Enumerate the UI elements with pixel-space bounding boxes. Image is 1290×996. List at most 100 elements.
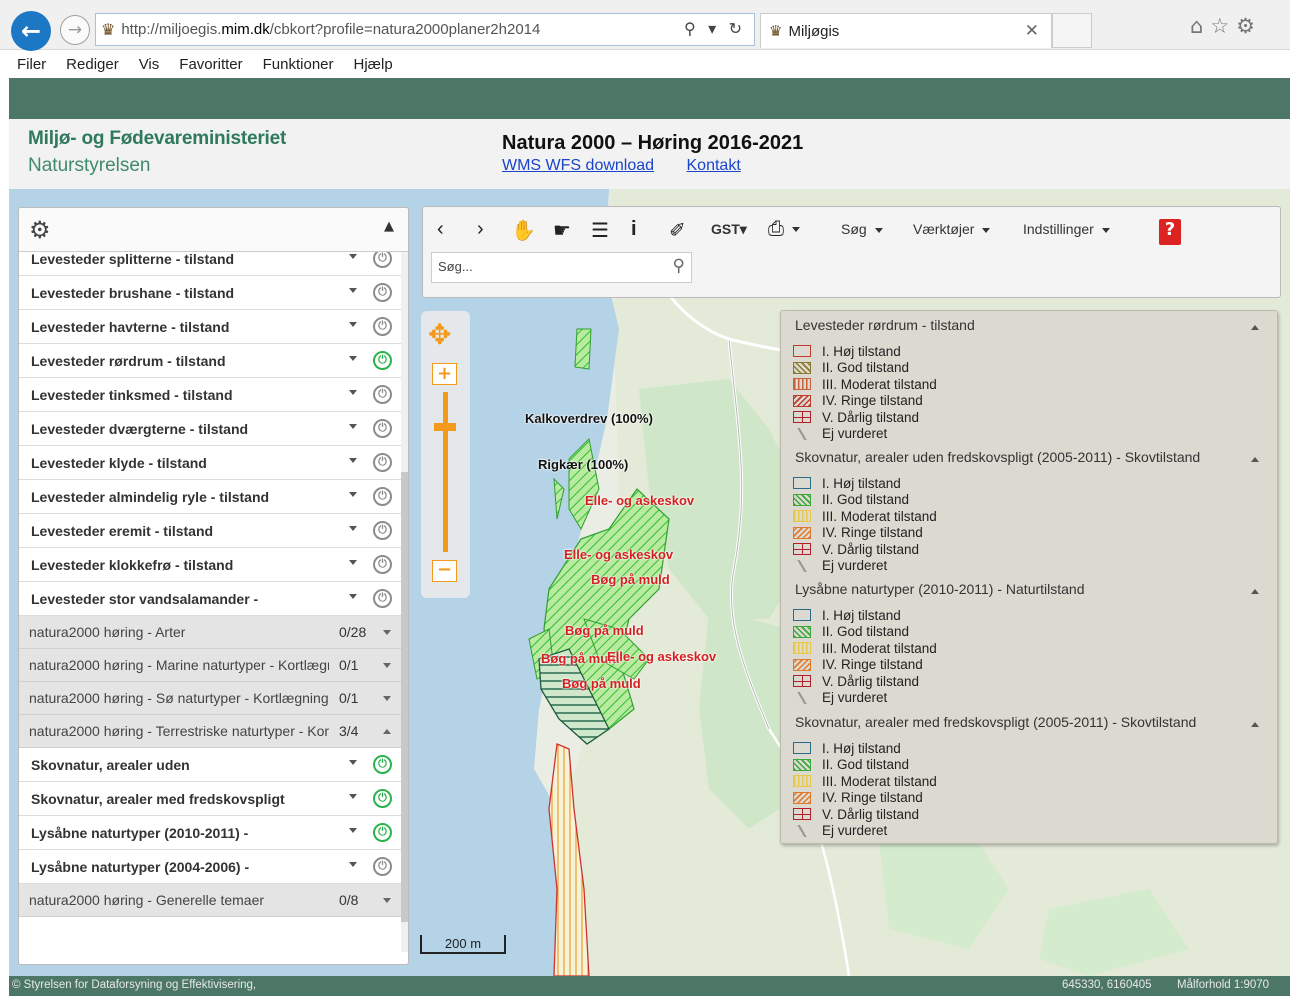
menu-rediger[interactable]: Rediger (66, 56, 119, 73)
chevron-down-icon[interactable] (383, 663, 391, 668)
layer-row[interactable]: Levesteder rørdrum - tilstand ⏻ (19, 344, 401, 378)
scrollbar-thumb[interactable] (401, 472, 408, 922)
contact-link[interactable]: Kontakt (687, 157, 741, 174)
address-bar[interactable]: ♛ http://miljoegis. mim.dk/cbkort?profile… (95, 13, 755, 46)
layer-row[interactable]: Levesteder klokkefrø - tilstand ⏻ (19, 548, 401, 582)
info-icon[interactable]: i (631, 218, 637, 241)
back-button[interactable]: ← (11, 11, 51, 51)
layer-toggle-power-icon[interactable]: ⏻ (373, 823, 392, 842)
chevron-down-icon[interactable] (349, 356, 357, 361)
layer-row[interactable]: Levesteder almindelig ryle - tilstand ⏻ (19, 480, 401, 514)
zoom-slider[interactable] (443, 392, 448, 552)
zoom-out-button[interactable]: − (432, 560, 457, 582)
forward-button[interactable]: → (60, 15, 90, 45)
chevron-down-icon[interactable] (383, 898, 391, 903)
pan-hand-icon[interactable]: ✋ (511, 218, 536, 243)
chevron-down-icon[interactable] (383, 630, 391, 635)
chevron-down-icon[interactable] (349, 390, 357, 395)
gst-menu[interactable]: GST▾ (711, 221, 747, 238)
chevron-down-icon[interactable] (349, 594, 357, 599)
layer-toggle-power-icon[interactable]: ⏻ (373, 555, 392, 574)
favorites-star-icon[interactable]: ☆ (1210, 14, 1236, 38)
layer-row[interactable]: Levesteder havterne - tilstand ⏻ (19, 310, 401, 344)
chevron-down-icon[interactable] (349, 862, 357, 867)
collapse-section-icon[interactable] (1251, 457, 1259, 462)
search-menu[interactable]: Søg (841, 221, 883, 237)
layer-row[interactable]: Skovnatur, arealer med fredskovspligt ⏻ (19, 782, 401, 816)
previous-extent-icon[interactable]: ‹ (437, 218, 444, 241)
layer-toggle-power-icon[interactable]: ⏻ (373, 857, 392, 876)
layer-row[interactable]: Levesteder eremit - tilstand ⏻ (19, 514, 401, 548)
eraser-icon[interactable]: ✐ (669, 218, 686, 243)
layer-toggle-power-icon[interactable]: ⏻ (373, 252, 392, 268)
layer-row[interactable]: Levesteder tinksmed - tilstand ⏻ (19, 378, 401, 412)
menu-vis[interactable]: Vis (139, 56, 160, 73)
menu-hjaelp[interactable]: Hjælp (354, 56, 393, 73)
chevron-down-icon[interactable] (349, 760, 357, 765)
settings-menu[interactable]: Indstillinger (1023, 221, 1110, 237)
address-tools-icons[interactable]: ⚲ ▾ ↻ (684, 19, 746, 39)
chevron-up-icon[interactable] (383, 729, 391, 734)
home-icon[interactable]: ⌂ (1190, 14, 1210, 38)
new-tab-button[interactable] (1052, 13, 1092, 48)
search-icon[interactable]: ⚲ (673, 256, 685, 276)
browser-icons[interactable]: ⌂☆⚙ (1190, 14, 1262, 38)
help-icon[interactable]: ? (1159, 219, 1181, 245)
layer-row[interactable]: Levesteder klyde - tilstand ⏻ (19, 446, 401, 480)
layer-row[interactable]: Levesteder dværgterne - tilstand ⏻ (19, 412, 401, 446)
pan-arrows-icon[interactable]: ✥ (428, 318, 451, 351)
layer-group[interactable]: natura2000 høring - Marine naturtyper - … (19, 649, 401, 682)
layer-toggle-power-icon[interactable]: ⏻ (373, 351, 392, 370)
layer-settings-gear-icon[interactable]: ⚙ (29, 216, 51, 244)
layer-group[interactable]: natura2000 høring - Generelle temaer 0/8 (19, 884, 401, 917)
chevron-down-icon[interactable] (349, 424, 357, 429)
layer-toggle-power-icon[interactable]: ⏻ (373, 789, 392, 808)
layer-toggle-power-icon[interactable]: ⏻ (373, 453, 392, 472)
layer-row[interactable]: Lysåbne naturtyper (2010-2011) - ⏻ (19, 816, 401, 850)
layer-toggle-power-icon[interactable]: ⏻ (373, 317, 392, 336)
layer-toggle-power-icon[interactable]: ⏻ (373, 755, 392, 774)
download-link[interactable]: WMS WFS download (502, 157, 654, 174)
browser-tab[interactable]: ♛ Miljøgis ✕ (760, 13, 1052, 48)
close-tab-icon[interactable]: ✕ (1025, 21, 1039, 41)
chevron-down-icon[interactable] (349, 458, 357, 463)
menu-filer[interactable]: Filer (17, 56, 46, 73)
chevron-down-icon[interactable] (349, 560, 357, 565)
collapse-section-icon[interactable] (1251, 722, 1259, 727)
menu-funktioner[interactable]: Funktioner (263, 56, 334, 73)
layer-toggle-power-icon[interactable]: ⏻ (373, 419, 392, 438)
collapse-panel-icon[interactable]: ▲ (384, 219, 394, 234)
collapse-section-icon[interactable] (1251, 589, 1259, 594)
next-extent-icon[interactable]: › (477, 218, 484, 241)
layer-toggle-power-icon[interactable]: ⏻ (373, 385, 392, 404)
search-input[interactable]: Søg... ⚲ (431, 252, 692, 283)
layer-toggle-power-icon[interactable]: ⏻ (373, 521, 392, 540)
chevron-down-icon[interactable] (349, 794, 357, 799)
layer-group[interactable]: natura2000 høring - Sø naturtyper - Kort… (19, 682, 401, 715)
layer-toggle-power-icon[interactable]: ⏻ (373, 589, 392, 608)
identify-icon[interactable]: ☛ (553, 218, 571, 243)
layer-toggle-power-icon[interactable]: ⏻ (373, 487, 392, 506)
layer-group[interactable]: natura2000 høring - Terrestriske naturty… (19, 715, 401, 748)
menu-favoritter[interactable]: Favoritter (179, 56, 242, 73)
layers-list-icon[interactable]: ☰ (591, 218, 609, 243)
tools-menu[interactable]: Værktøjer (913, 221, 991, 237)
layer-row[interactable]: Skovnatur, arealer uden ⏻ (19, 748, 401, 782)
layer-row[interactable]: Levesteder splitterne - tilstand ⏻ (19, 252, 401, 276)
collapse-section-icon[interactable] (1251, 325, 1259, 330)
chevron-down-icon[interactable] (349, 526, 357, 531)
zoom-slider-handle[interactable] (434, 423, 456, 431)
settings-gear-icon[interactable]: ⚙ (1236, 14, 1262, 38)
zoom-in-button[interactable]: + (432, 363, 457, 385)
chevron-down-icon[interactable] (349, 322, 357, 327)
layer-row[interactable]: Lysåbne naturtyper (2004-2006) - ⏻ (19, 850, 401, 884)
chevron-down-icon[interactable] (383, 696, 391, 701)
chevron-down-icon[interactable] (349, 288, 357, 293)
chevron-down-icon[interactable] (349, 492, 357, 497)
layer-row[interactable]: Levesteder stor vandsalamander - ⏻ (19, 582, 401, 616)
layer-toggle-power-icon[interactable]: ⏻ (373, 283, 392, 302)
chevron-down-icon[interactable] (349, 828, 357, 833)
print-icon[interactable]: ⎙ (768, 218, 800, 241)
layer-group[interactable]: natura2000 høring - Arter 0/28 (19, 616, 401, 649)
chevron-down-icon[interactable] (349, 254, 357, 259)
